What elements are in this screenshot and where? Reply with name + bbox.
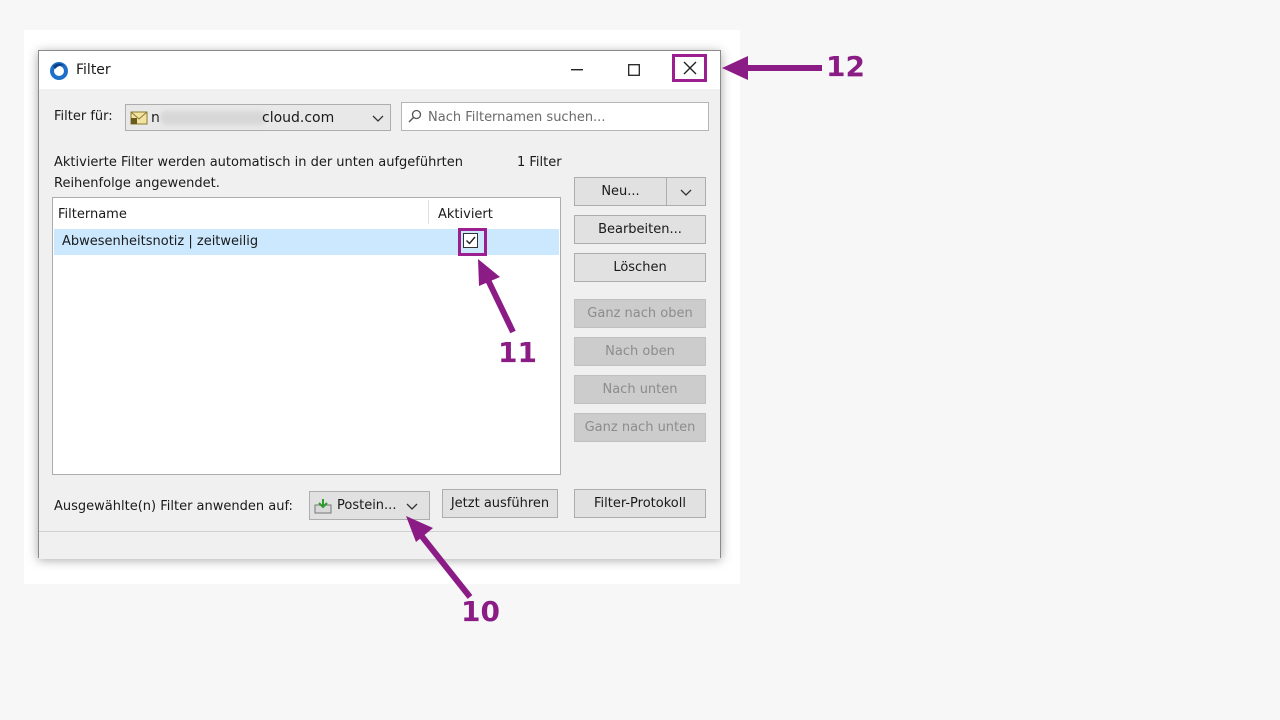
annotation-11: 11 bbox=[498, 336, 537, 369]
arrow-12 bbox=[722, 56, 822, 80]
arrow-10 bbox=[406, 516, 473, 599]
arrow-11 bbox=[478, 259, 516, 334]
annotation-arrows bbox=[406, 56, 822, 599]
annotation-10: 10 bbox=[461, 595, 500, 628]
annotation-12: 12 bbox=[826, 50, 865, 83]
